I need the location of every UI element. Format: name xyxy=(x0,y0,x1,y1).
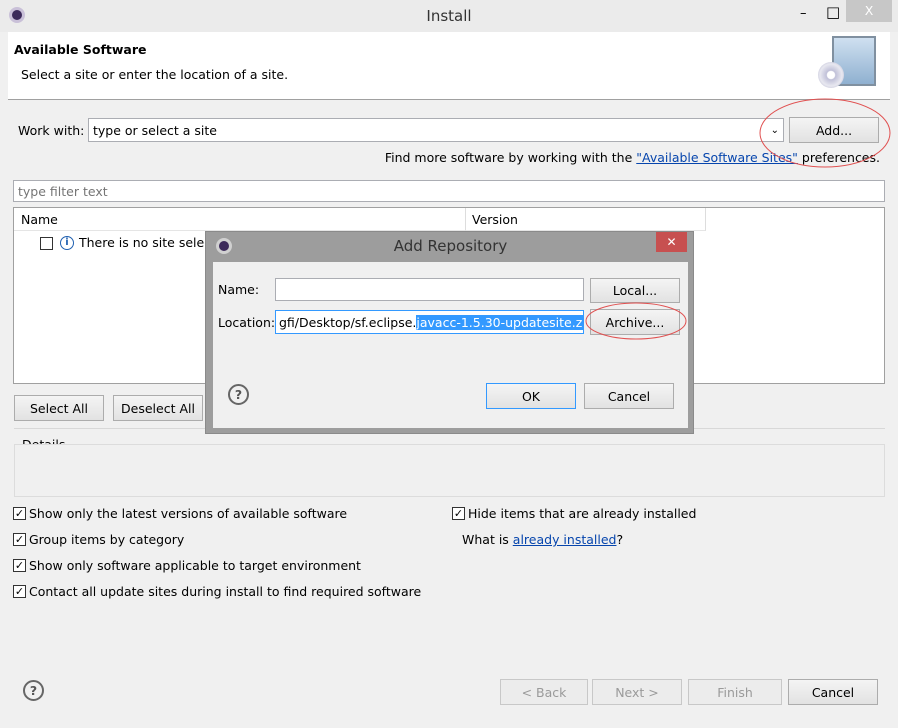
annotation-marks xyxy=(585,98,891,340)
annotation-circle-archive xyxy=(585,302,687,340)
annotation-circle-add xyxy=(759,98,891,168)
